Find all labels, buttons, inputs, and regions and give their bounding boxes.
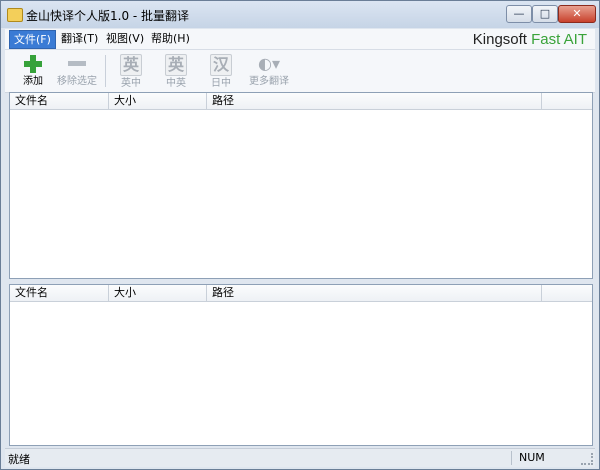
- ja-zh-label: 日中: [211, 78, 231, 89]
- plus-icon: [23, 54, 43, 74]
- menu-view[interactable]: 视图(V): [102, 30, 148, 47]
- en-zh-icon: 英: [120, 54, 142, 76]
- ja-zh-button[interactable]: 汉 日中: [199, 52, 243, 90]
- brand-name: Kingsoft: [472, 31, 532, 48]
- column-header-size[interactable]: 大小: [109, 93, 207, 109]
- column-header-extra[interactable]: [542, 285, 592, 301]
- minus-icon: [67, 54, 87, 74]
- title-bar[interactable]: 金山快译个人版1.0 - 批量翻译 — □ ✕: [1, 1, 599, 28]
- source-file-list[interactable]: 文件名 大小 路径: [9, 92, 593, 279]
- column-header-size[interactable]: 大小: [109, 285, 207, 301]
- column-header-extra[interactable]: [542, 93, 592, 109]
- menu-translate[interactable]: 翻译(T): [57, 30, 102, 47]
- en-zh-button[interactable]: 英 英中: [109, 52, 153, 90]
- zh-en-label: 中英: [166, 78, 186, 89]
- brand-logo: Kingsoft Fast AIT: [473, 31, 587, 48]
- app-folder-icon: [7, 8, 23, 22]
- minimize-button[interactable]: —: [506, 5, 532, 23]
- status-divider: [511, 451, 512, 465]
- toolbar-separator: [105, 55, 106, 87]
- en-zh-label: 英中: [121, 78, 141, 89]
- column-header-path[interactable]: 路径: [207, 285, 542, 301]
- remove-selected-label: 移除选定: [57, 76, 97, 87]
- zh-en-icon: 英: [165, 54, 187, 76]
- menu-file[interactable]: 文件(F): [9, 30, 56, 49]
- status-text: 就绪: [8, 453, 30, 466]
- more-translate-icon: ◐▾: [258, 54, 280, 73]
- num-lock-indicator: NUM: [519, 451, 545, 464]
- status-bar: 就绪 NUM: [5, 448, 595, 467]
- add-label: 添加: [23, 76, 43, 87]
- column-header-filename[interactable]: 文件名: [10, 93, 109, 109]
- remove-selected-button[interactable]: 移除选定: [55, 52, 99, 90]
- toolbar: 添加 移除选定 英 英中 英 中英 汉 日中 ◐▾ 更多翻译: [5, 50, 595, 93]
- ja-zh-icon: 汉: [210, 54, 232, 76]
- result-file-list[interactable]: 文件名 大小 路径: [9, 284, 593, 446]
- result-list-header: 文件名 大小 路径: [10, 285, 592, 302]
- add-button[interactable]: 添加: [11, 52, 55, 90]
- column-header-path[interactable]: 路径: [207, 93, 542, 109]
- resize-grip[interactable]: [581, 453, 593, 465]
- brand-accent: Fast AIT: [531, 31, 587, 48]
- more-translate-label: 更多翻译: [249, 76, 289, 87]
- window-title: 金山快译个人版1.0 - 批量翻译: [26, 9, 190, 23]
- maximize-button[interactable]: □: [532, 5, 558, 23]
- menu-bar: 文件(F) 翻译(T) 视图(V) 帮助(H) Kingsoft Fast AI…: [5, 29, 595, 50]
- app-window: 金山快译个人版1.0 - 批量翻译 — □ ✕ 文件(F) 翻译(T) 视图(V…: [0, 0, 600, 470]
- menu-help[interactable]: 帮助(H): [147, 30, 194, 47]
- close-button[interactable]: ✕: [558, 5, 596, 23]
- source-list-header: 文件名 大小 路径: [10, 93, 592, 110]
- column-header-filename[interactable]: 文件名: [10, 285, 109, 301]
- zh-en-button[interactable]: 英 中英: [154, 52, 198, 90]
- more-translate-button[interactable]: ◐▾ 更多翻译: [244, 52, 294, 90]
